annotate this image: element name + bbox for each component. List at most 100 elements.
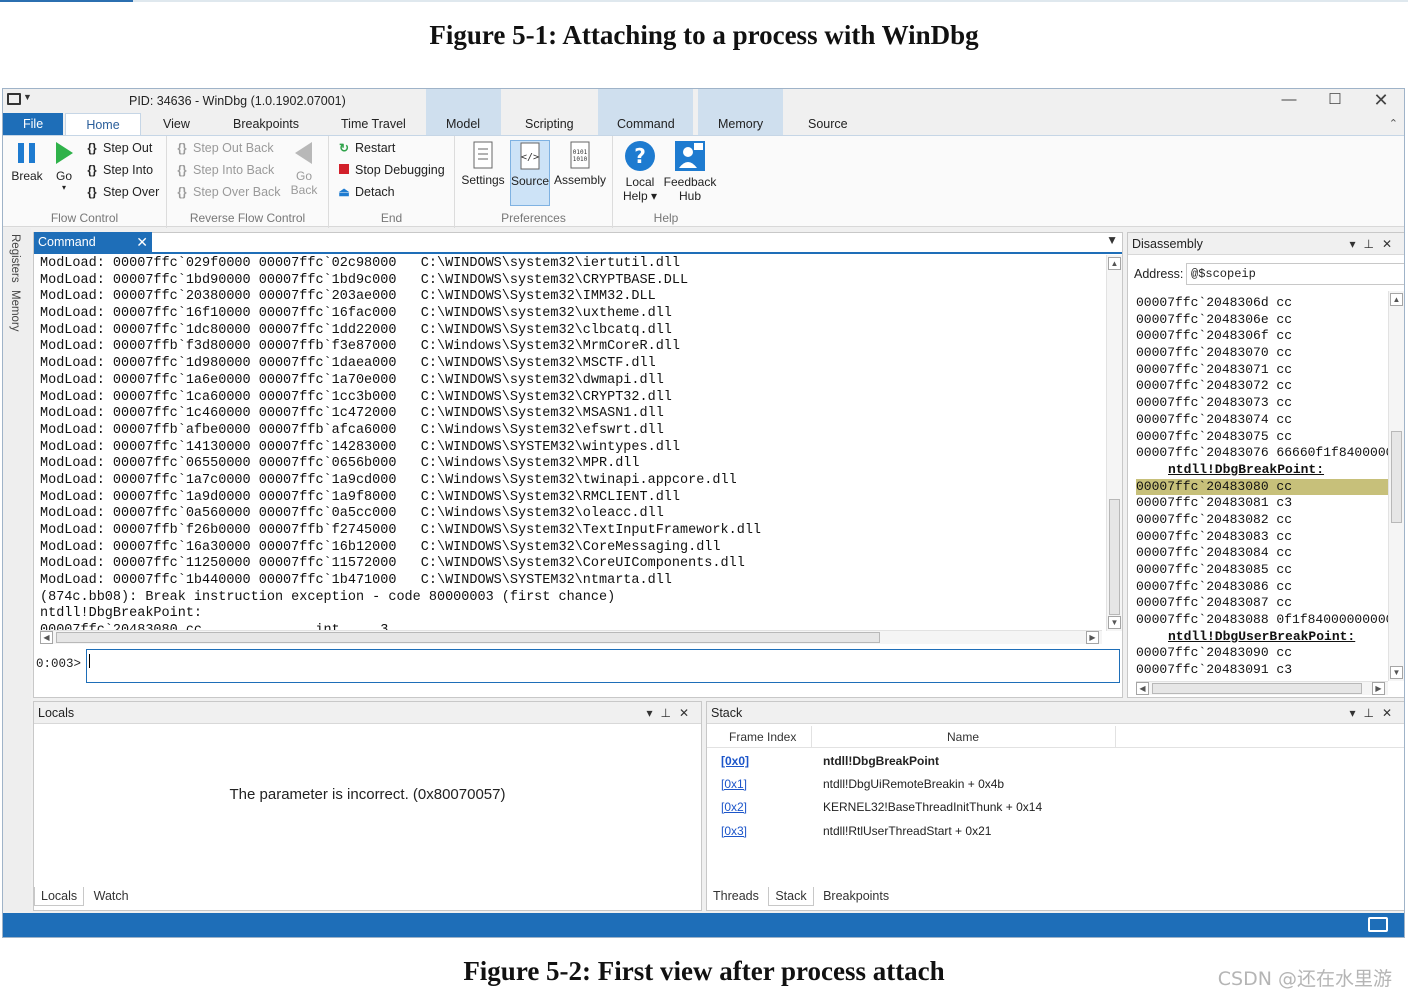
- frame-index-link[interactable]: [0x2]: [721, 800, 747, 814]
- scroll-up-icon[interactable]: ▲: [1390, 293, 1403, 306]
- pane-menu-icon[interactable]: ▼: [1106, 233, 1118, 247]
- disassembly-line[interactable]: 00007ffc`2048306e cc: [1136, 312, 1392, 329]
- disassembly-vertical-scrollbar[interactable]: ▲ ▼: [1388, 291, 1404, 681]
- detach-button[interactable]: ⏏ Detach: [337, 185, 394, 199]
- stack-row[interactable]: [0x1] ntdll!DbgUiRemoteBreakin + 0x4b: [707, 773, 1404, 796]
- stack-row[interactable]: [0x2] KERNEL32!BaseThreadInitThunk + 0x1…: [707, 796, 1404, 819]
- scroll-thumb[interactable]: [1109, 499, 1120, 615]
- tab-view[interactable]: View: [155, 113, 198, 135]
- frame-index-link[interactable]: [0x1]: [721, 777, 747, 791]
- tab-time-travel[interactable]: Time Travel: [333, 113, 414, 135]
- disassembly-horizontal-scrollbar[interactable]: ◀ ▶: [1136, 681, 1388, 695]
- disassembly-line[interactable]: 00007ffc`2048306f cc: [1136, 328, 1392, 345]
- go-back-button[interactable]: Go Back: [289, 140, 319, 197]
- disassembly-line[interactable]: 00007ffc`20483083 cc: [1136, 529, 1392, 546]
- stack-row[interactable]: [0x0] ntdll!DbgBreakPoint: [707, 750, 1404, 773]
- tab-breakpoints[interactable]: Breakpoints: [225, 113, 307, 135]
- disassembly-symbol-label[interactable]: ntdll!DbgBreakPoint:: [1136, 462, 1392, 479]
- scroll-left-icon[interactable]: ◀: [40, 631, 53, 644]
- break-button[interactable]: Break: [9, 140, 45, 183]
- tab-command[interactable]: Command: [609, 113, 683, 135]
- disassembly-line[interactable]: 00007ffc`20483070 cc: [1136, 345, 1392, 362]
- tab-home[interactable]: Home: [65, 113, 141, 135]
- tab-breakpoints-pane[interactable]: Breakpoints: [817, 887, 895, 905]
- tab-watch[interactable]: Watch: [88, 887, 135, 905]
- tab-command-window[interactable]: Command ✕: [34, 232, 152, 252]
- restart-button[interactable]: ↻ Restart: [337, 141, 395, 155]
- step-over-back-button[interactable]: {} Step Over Back: [175, 185, 280, 199]
- disassembly-line[interactable]: 00007ffc`20483091 c3: [1136, 662, 1392, 679]
- go-button[interactable]: Go ▾: [49, 140, 79, 192]
- close-icon[interactable]: ✕: [679, 706, 697, 720]
- tab-file[interactable]: File: [3, 113, 64, 135]
- disassembly-line[interactable]: 00007ffc`20483082 cc: [1136, 512, 1392, 529]
- tab-threads[interactable]: Threads: [707, 887, 765, 905]
- stop-debugging-button[interactable]: Stop Debugging: [337, 163, 445, 177]
- close-button[interactable]: ✕: [1358, 89, 1404, 111]
- tab-stack[interactable]: Stack: [768, 887, 814, 906]
- tab-locals[interactable]: Locals: [34, 887, 85, 906]
- disassembly-line[interactable]: 00007ffc`20483076 66660f1f8400000: [1136, 445, 1392, 462]
- tab-source[interactable]: Source: [800, 113, 856, 135]
- side-tab-memory[interactable]: Memory: [9, 290, 21, 332]
- app-menu-arrow-icon[interactable]: ▼: [23, 92, 32, 102]
- disassembly-line[interactable]: 00007ffc`20483086 cc: [1136, 579, 1392, 596]
- tab-memory[interactable]: Memory: [710, 113, 771, 135]
- pin-icon[interactable]: ⊥: [660, 706, 678, 720]
- disassembly-line[interactable]: 00007ffc`2048306d cc: [1136, 295, 1392, 312]
- command-vertical-scrollbar[interactable]: ▲ ▼: [1106, 255, 1122, 631]
- scroll-left-icon[interactable]: ◀: [1136, 682, 1149, 695]
- local-help-button[interactable]: ? Local Help ▾: [617, 140, 663, 203]
- disassembly-line[interactable]: 00007ffc`20483071 cc: [1136, 362, 1392, 379]
- disassembly-line[interactable]: 00007ffc`20483090 cc: [1136, 645, 1392, 662]
- scroll-down-icon[interactable]: ▼: [1390, 666, 1403, 679]
- tab-scripting[interactable]: Scripting: [517, 113, 582, 135]
- assembly-mode-button[interactable]: 0101 1010 Assembly: [553, 140, 607, 187]
- disassembly-line[interactable]: 00007ffc`20483085 cc: [1136, 562, 1392, 579]
- scroll-thumb[interactable]: [1391, 431, 1402, 523]
- step-over-button[interactable]: {} Step Over: [85, 185, 159, 199]
- chevron-down-icon[interactable]: ▾: [1349, 706, 1363, 720]
- disassembly-line[interactable]: 00007ffc`20483088 0f1f840000000000: [1136, 612, 1392, 629]
- scroll-up-icon[interactable]: ▲: [1108, 257, 1121, 270]
- close-icon[interactable]: ✕: [136, 232, 148, 252]
- address-input[interactable]: @$scopeip: [1186, 263, 1404, 285]
- close-icon[interactable]: ✕: [1382, 706, 1400, 720]
- command-horizontal-scrollbar[interactable]: ◀ ▶: [40, 630, 1102, 644]
- stack-row[interactable]: [0x3] ntdll!RtlUserThreadStart + 0x21: [707, 820, 1404, 843]
- close-icon[interactable]: ✕: [1382, 237, 1400, 251]
- frame-index-link[interactable]: [0x0]: [721, 754, 749, 768]
- source-mode-button[interactable]: </> Source: [510, 140, 550, 206]
- command-input[interactable]: [86, 649, 1120, 683]
- pin-icon[interactable]: ⊥: [1363, 237, 1381, 251]
- feedback-chat-icon[interactable]: [1368, 917, 1388, 932]
- minimize-button[interactable]: —: [1266, 89, 1312, 111]
- column-header-name[interactable]: Name: [947, 730, 979, 744]
- scroll-right-icon[interactable]: ▶: [1086, 631, 1099, 644]
- disassembly-line[interactable]: 00007ffc`20483075 cc: [1136, 429, 1392, 446]
- scroll-right-icon[interactable]: ▶: [1372, 682, 1385, 695]
- tab-model[interactable]: Model: [438, 113, 488, 135]
- chevron-down-icon[interactable]: ▾: [646, 706, 660, 720]
- chevron-down-icon[interactable]: ▾: [1349, 237, 1363, 251]
- disassembly-line[interactable]: 00007ffc`20483073 cc: [1136, 395, 1392, 412]
- scroll-thumb[interactable]: [56, 632, 880, 643]
- disassembly-line[interactable]: 00007ffc`20483074 cc: [1136, 412, 1392, 429]
- maximize-button[interactable]: ☐: [1312, 89, 1358, 111]
- disassembly-symbol-label[interactable]: ntdll!DbgUserBreakPoint:: [1136, 629, 1392, 646]
- step-out-back-button[interactable]: {} Step Out Back: [175, 141, 273, 155]
- app-icon[interactable]: [7, 93, 21, 105]
- side-tab-registers[interactable]: Registers: [9, 234, 21, 283]
- frame-index-link[interactable]: [0x3]: [721, 824, 747, 838]
- column-header-frame-index[interactable]: Frame Index: [729, 730, 796, 744]
- disassembly-current-line[interactable]: 00007ffc`20483080 cc: [1136, 478, 1392, 496]
- step-into-back-button[interactable]: {} Step Into Back: [175, 163, 274, 177]
- disassembly-line[interactable]: 00007ffc`20483084 cc: [1136, 545, 1392, 562]
- column-divider[interactable]: [811, 726, 812, 748]
- collapse-ribbon-icon[interactable]: ⌃: [1389, 117, 1398, 130]
- scroll-thumb[interactable]: [1152, 683, 1362, 694]
- feedback-hub-button[interactable]: Feedback Hub: [663, 140, 717, 203]
- disassembly-line[interactable]: 00007ffc`20483087 cc: [1136, 595, 1392, 612]
- disassembly-line[interactable]: 00007ffc`20483072 cc: [1136, 378, 1392, 395]
- pin-icon[interactable]: ⊥: [1363, 706, 1381, 720]
